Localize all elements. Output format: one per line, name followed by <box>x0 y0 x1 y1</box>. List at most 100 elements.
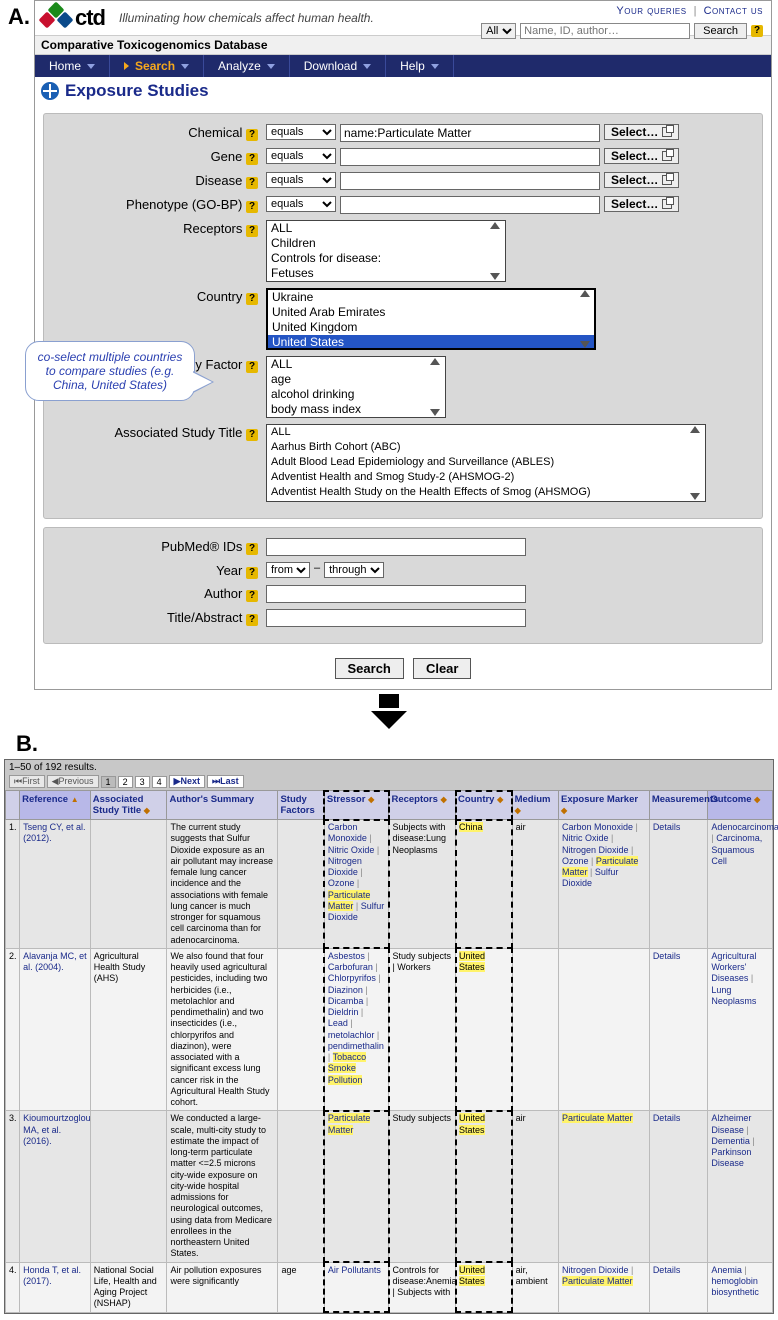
phenotype-select-button[interactable]: Select… <box>604 196 679 212</box>
term-link[interactable]: Nitric Oxide <box>328 845 375 855</box>
year-from-select[interactable]: from <box>266 562 310 578</box>
search-button[interactable]: Search <box>335 658 404 679</box>
gene-select-button[interactable]: Select… <box>604 148 679 164</box>
nav-analyze[interactable]: Analyze <box>204 55 290 77</box>
col-assoc-title[interactable]: Associated Study Title ◆ <box>90 791 167 820</box>
help-icon[interactable]: ? <box>751 25 763 37</box>
term-link[interactable]: Tobacco Smoke Pollution <box>328 1052 366 1085</box>
term-link[interactable]: Air Pollutants <box>328 1265 381 1275</box>
pager-page-1[interactable]: 1 <box>101 776 116 788</box>
help-icon[interactable]: ? <box>246 543 258 555</box>
pager-last[interactable]: ⏭Last <box>207 775 244 788</box>
term-link[interactable]: Nitric Oxide <box>562 833 609 843</box>
scroll-down-icon[interactable] <box>580 341 590 348</box>
global-search-scope[interactable]: All <box>481 23 516 39</box>
term-link[interactable]: Particulate Matter <box>562 1276 633 1286</box>
term-link[interactable]: Carbofuran <box>328 962 373 972</box>
contact-us-link[interactable]: Contact us <box>704 5 763 17</box>
help-icon[interactable]: ? <box>246 361 258 373</box>
help-icon[interactable]: ? <box>246 201 258 213</box>
disease-select-button[interactable]: Select… <box>604 172 679 188</box>
col-exposure-marker[interactable]: Exposure Marker ◆ <box>558 791 649 820</box>
col-medium[interactable]: Medium ◆ <box>512 791 558 820</box>
clear-button[interactable]: Clear <box>413 658 472 679</box>
details-link[interactable]: Details <box>653 822 681 832</box>
author-input[interactable] <box>266 585 526 603</box>
help-icon[interactable]: ? <box>246 614 258 626</box>
term-link[interactable]: pendimethalin <box>328 1041 384 1051</box>
year-through-select[interactable]: through <box>324 562 384 578</box>
term-link[interactable]: Lead <box>328 1018 348 1028</box>
help-icon[interactable]: ? <box>246 429 258 441</box>
nav-search[interactable]: Search <box>110 55 204 77</box>
help-icon[interactable]: ? <box>246 293 258 305</box>
chemical-operator[interactable]: equals <box>266 124 336 140</box>
details-link[interactable]: Details <box>653 951 681 961</box>
term-link[interactable]: Lung Neoplasms <box>711 985 756 1006</box>
your-queries-link[interactable]: Your queries <box>616 5 686 17</box>
term-link[interactable]: Carcinoma, Squamous Cell <box>711 833 762 866</box>
disease-operator[interactable]: equals <box>266 172 336 188</box>
col-receptors[interactable]: Receptors ◆ <box>389 791 456 820</box>
term-link[interactable]: Diazinon <box>328 985 363 995</box>
scroll-down-icon[interactable] <box>430 409 440 416</box>
pager-page-2[interactable]: 2 <box>118 776 133 788</box>
term-link[interactable]: Nitrogen Dioxide <box>562 845 629 855</box>
help-icon[interactable]: ? <box>246 590 258 602</box>
reference-link[interactable]: Tseng CY, et al. (2012). <box>23 822 85 843</box>
term-link[interactable]: Dicamba <box>328 996 364 1006</box>
term-link[interactable]: Ozone <box>562 856 589 866</box>
scroll-up-icon[interactable] <box>580 290 590 297</box>
col-outcome[interactable]: Outcome ◆ <box>708 791 773 820</box>
scroll-up-icon[interactable] <box>430 358 440 365</box>
assoc-title-listbox[interactable]: ALL Aarhus Birth Cohort (ABC) Adult Bloo… <box>266 424 706 502</box>
study-factor-listbox[interactable]: ALL age alcohol drinking body mass index <box>266 356 446 418</box>
col-country[interactable]: Country ◆ <box>456 791 513 820</box>
reference-link[interactable]: Kioumourtzoglou MA, et al. (2016). <box>23 1113 91 1146</box>
receptors-listbox[interactable]: ALL Children Controls for disease: Fetus… <box>266 220 506 282</box>
term-link[interactable]: Dieldrin <box>328 1007 359 1017</box>
nav-help[interactable]: Help <box>386 55 454 77</box>
term-link[interactable]: Particulate Matter <box>328 1113 371 1134</box>
pubmed-input[interactable] <box>266 538 526 556</box>
scroll-up-icon[interactable] <box>490 222 500 229</box>
term-link[interactable]: metolachlor <box>328 1030 375 1040</box>
term-link[interactable]: Agricultural Workers' Diseases <box>711 951 756 984</box>
term-link[interactable]: Particulate Matter <box>562 1113 633 1123</box>
nav-home[interactable]: Home <box>35 55 110 77</box>
col-measurements[interactable]: Measurements <box>649 791 708 820</box>
scroll-down-icon[interactable] <box>490 273 500 280</box>
details-link[interactable]: Details <box>653 1265 681 1275</box>
term-link[interactable]: Carbon Monoxide <box>328 822 367 843</box>
help-icon[interactable]: ? <box>246 177 258 189</box>
pager-next[interactable]: ▶Next <box>169 775 205 788</box>
country-listbox[interactable]: Ukraine United Arab Emirates United King… <box>266 288 596 350</box>
term-link[interactable]: hemoglobin biosynthetic <box>711 1276 759 1297</box>
term-link[interactable]: Carbon Monoxide <box>562 822 633 832</box>
pager-first[interactable]: ⏮First <box>9 775 45 788</box>
term-link[interactable]: Alzheimer Disease <box>711 1113 751 1134</box>
col-stressor[interactable]: Stressor ◆ <box>324 791 389 820</box>
scroll-up-icon[interactable] <box>690 426 700 433</box>
pager-page-4[interactable]: 4 <box>152 776 167 788</box>
pager-prev[interactable]: ◀Previous <box>47 775 99 788</box>
global-search-button[interactable]: Search <box>694 23 747 39</box>
phenotype-operator[interactable]: equals <box>266 196 336 212</box>
phenotype-input[interactable] <box>340 196 600 214</box>
global-search-input[interactable] <box>520 23 690 39</box>
col-reference[interactable]: Reference ▲ <box>20 791 91 820</box>
chemical-select-button[interactable]: Select… <box>604 124 679 140</box>
pager-page-3[interactable]: 3 <box>135 776 150 788</box>
term-link[interactable]: Nitrogen Dioxide <box>328 856 362 877</box>
scroll-down-icon[interactable] <box>690 493 700 500</box>
term-link[interactable]: Chlorpyrifos <box>328 973 376 983</box>
reference-link[interactable]: Alavanja MC, et al. (2004). <box>23 951 87 972</box>
term-link[interactable]: Nitrogen Dioxide <box>562 1265 629 1275</box>
col-study-factors[interactable]: Study Factors <box>278 791 324 820</box>
gene-operator[interactable]: equals <box>266 148 336 164</box>
term-link[interactable]: Ozone <box>328 878 355 888</box>
help-icon[interactable]: ? <box>246 567 258 579</box>
gene-input[interactable] <box>340 148 600 166</box>
help-icon[interactable]: ? <box>246 153 258 165</box>
chemical-input[interactable] <box>340 124 600 142</box>
